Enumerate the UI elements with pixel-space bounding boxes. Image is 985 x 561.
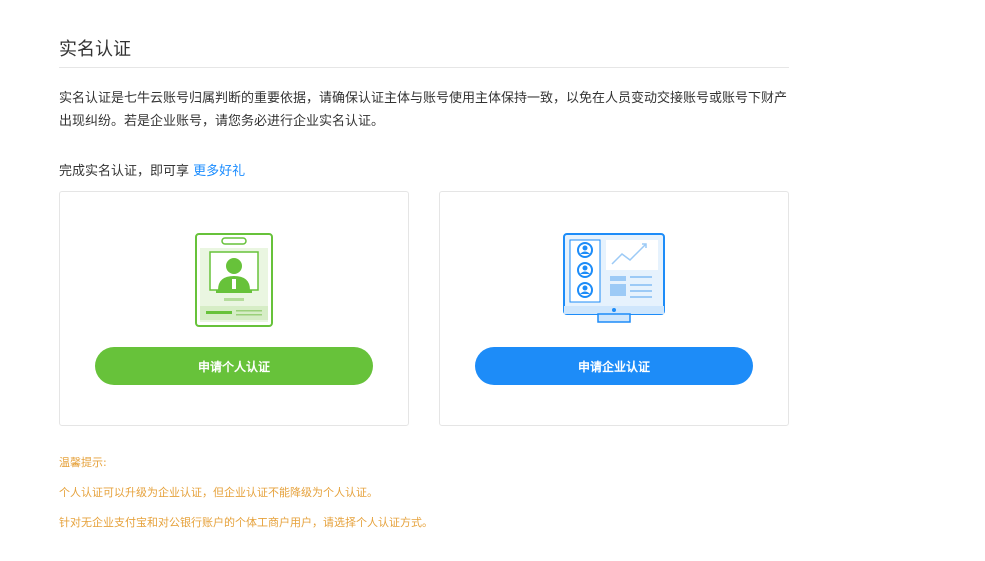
tip-item: 针对无企业支付宝和对公银行账户的个体工商户用户，请选择个人认证方式。: [59, 516, 433, 529]
apply-enterprise-button[interactable]: 申请企业认证: [475, 347, 753, 385]
tips-title: 温馨提示:: [59, 456, 107, 469]
id-badge-icon: [195, 233, 273, 327]
more-gifts-link[interactable]: 更多好礼: [193, 164, 245, 179]
title-divider: [59, 67, 789, 68]
personal-verification-card: 申请个人认证: [59, 191, 409, 426]
enterprise-verification-card: 申请企业认证: [439, 191, 789, 426]
intro-description: 实名认证是七牛云账号归属判断的重要依据，请确保认证主体与账号使用主体保持一致，以…: [59, 91, 788, 129]
monitor-users-icon: [563, 233, 665, 323]
benefit-line: 完成实名认证，即可享 更多好礼: [59, 160, 245, 179]
page-title: 实名认证: [59, 39, 131, 60]
benefit-prefix: 完成实名认证，即可享: [59, 164, 194, 179]
tip-item: 个人认证可以升级为企业认证，但企业认证不能降级为个人认证。: [59, 486, 378, 499]
apply-personal-button[interactable]: 申请个人认证: [95, 347, 373, 385]
